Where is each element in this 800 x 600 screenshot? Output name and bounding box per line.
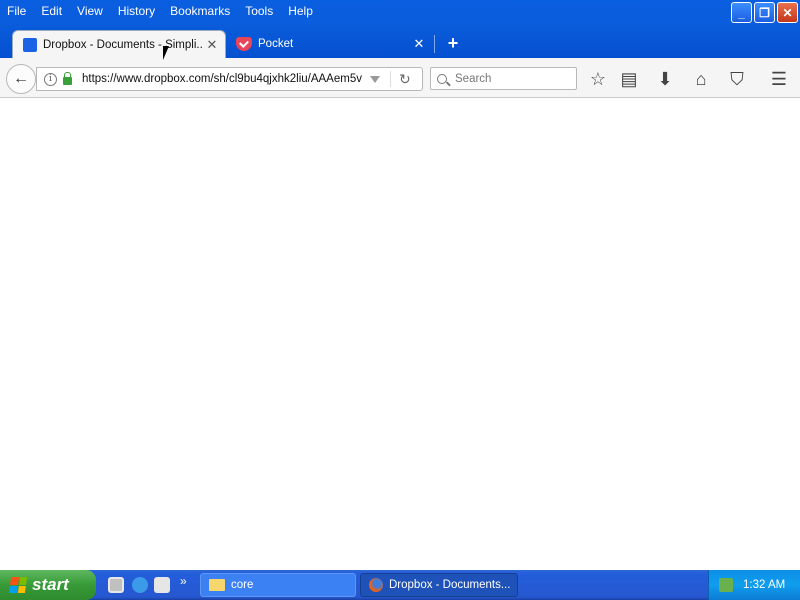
menu-history[interactable]: History xyxy=(111,2,163,20)
page-content xyxy=(0,99,800,570)
network-tray-icon[interactable] xyxy=(719,578,733,592)
menu-help[interactable]: Help xyxy=(281,2,321,20)
minimize-button[interactable]: _ xyxy=(731,2,752,23)
internet-explorer-icon[interactable] xyxy=(132,577,148,593)
restore-button[interactable]: ❐ xyxy=(754,2,775,23)
taskbar-item-label: core xyxy=(231,579,254,591)
search-bar[interactable] xyxy=(430,67,577,90)
menu-file[interactable]: File xyxy=(0,2,34,20)
menu-icon[interactable]: ☰ xyxy=(768,68,790,90)
navigation-toolbar: ← i https://www.dropbox.com/sh/cl9bu4qjx… xyxy=(0,58,800,98)
tab-pocket[interactable]: Pocket ✕ xyxy=(226,30,432,58)
tab-dropbox[interactable]: Dropbox - Documents - Simpli... ✕ xyxy=(12,30,226,58)
browser-title-bar: File Edit View History Bookmarks Tools H… xyxy=(0,0,800,58)
bookmark-star-icon[interactable]: ☆ xyxy=(587,68,609,90)
tab-label: Dropbox - Documents - Simpli... xyxy=(43,38,203,51)
quick-launch-more-icon[interactable]: » xyxy=(180,574,187,588)
menu-view[interactable]: View xyxy=(70,2,111,20)
menu-bookmarks[interactable]: Bookmarks xyxy=(163,2,238,20)
home-icon[interactable]: ⌂ xyxy=(690,68,712,90)
start-label: start xyxy=(32,575,69,594)
tab-close-icon[interactable]: ✕ xyxy=(203,37,221,53)
mouse-cursor xyxy=(163,46,169,60)
search-icon xyxy=(437,73,447,84)
system-tray: 1:32 AM xyxy=(708,570,800,600)
close-window-button[interactable]: ✕ xyxy=(777,2,798,23)
pocket-toolbar-icon[interactable]: ⛉ xyxy=(726,68,748,90)
taskbar-item-browser[interactable]: Dropbox - Documents... xyxy=(360,573,518,597)
chevron-down-icon[interactable] xyxy=(370,75,380,83)
tab-label: Pocket xyxy=(258,38,294,50)
taskbar-item-label: Dropbox - Documents... xyxy=(389,579,511,591)
media-player-icon[interactable] xyxy=(154,577,170,593)
back-button[interactable]: ← xyxy=(6,64,36,94)
tab-divider xyxy=(434,35,435,53)
download-icon[interactable]: ⬇ xyxy=(654,68,676,90)
tab-close-icon[interactable]: ✕ xyxy=(410,36,428,52)
menu-bar: File Edit View History Bookmarks Tools H… xyxy=(0,2,321,20)
show-desktop-icon[interactable] xyxy=(108,577,124,593)
folder-icon xyxy=(209,579,225,591)
taskbar-item-core[interactable]: core xyxy=(200,573,356,597)
taskbar: start » core Dropbox - Documents... 1:32… xyxy=(0,570,800,600)
dropbox-icon xyxy=(23,37,37,52)
lock-icon xyxy=(63,72,72,85)
reload-icon[interactable]: ↻ xyxy=(399,71,411,88)
menu-edit[interactable]: Edit xyxy=(34,2,70,20)
clock: 1:32 AM xyxy=(743,579,786,591)
search-input[interactable] xyxy=(455,72,575,85)
pocket-icon xyxy=(236,37,252,51)
reading-list-icon[interactable]: ▤ xyxy=(618,68,640,90)
url-divider xyxy=(390,71,391,87)
url-bar[interactable]: i https://www.dropbox.com/sh/cl9bu4qjxhk… xyxy=(36,67,423,91)
back-arrow-icon: ← xyxy=(13,70,29,87)
windows-logo-icon xyxy=(8,577,28,593)
info-icon[interactable]: i xyxy=(44,72,57,86)
url-text[interactable]: https://www.dropbox.com/sh/cl9bu4qjxhk2l… xyxy=(82,73,362,85)
new-tab-button[interactable]: + xyxy=(444,33,462,53)
firefox-icon xyxy=(369,578,383,592)
start-button[interactable]: start xyxy=(0,570,96,600)
menu-tools[interactable]: Tools xyxy=(238,2,281,20)
